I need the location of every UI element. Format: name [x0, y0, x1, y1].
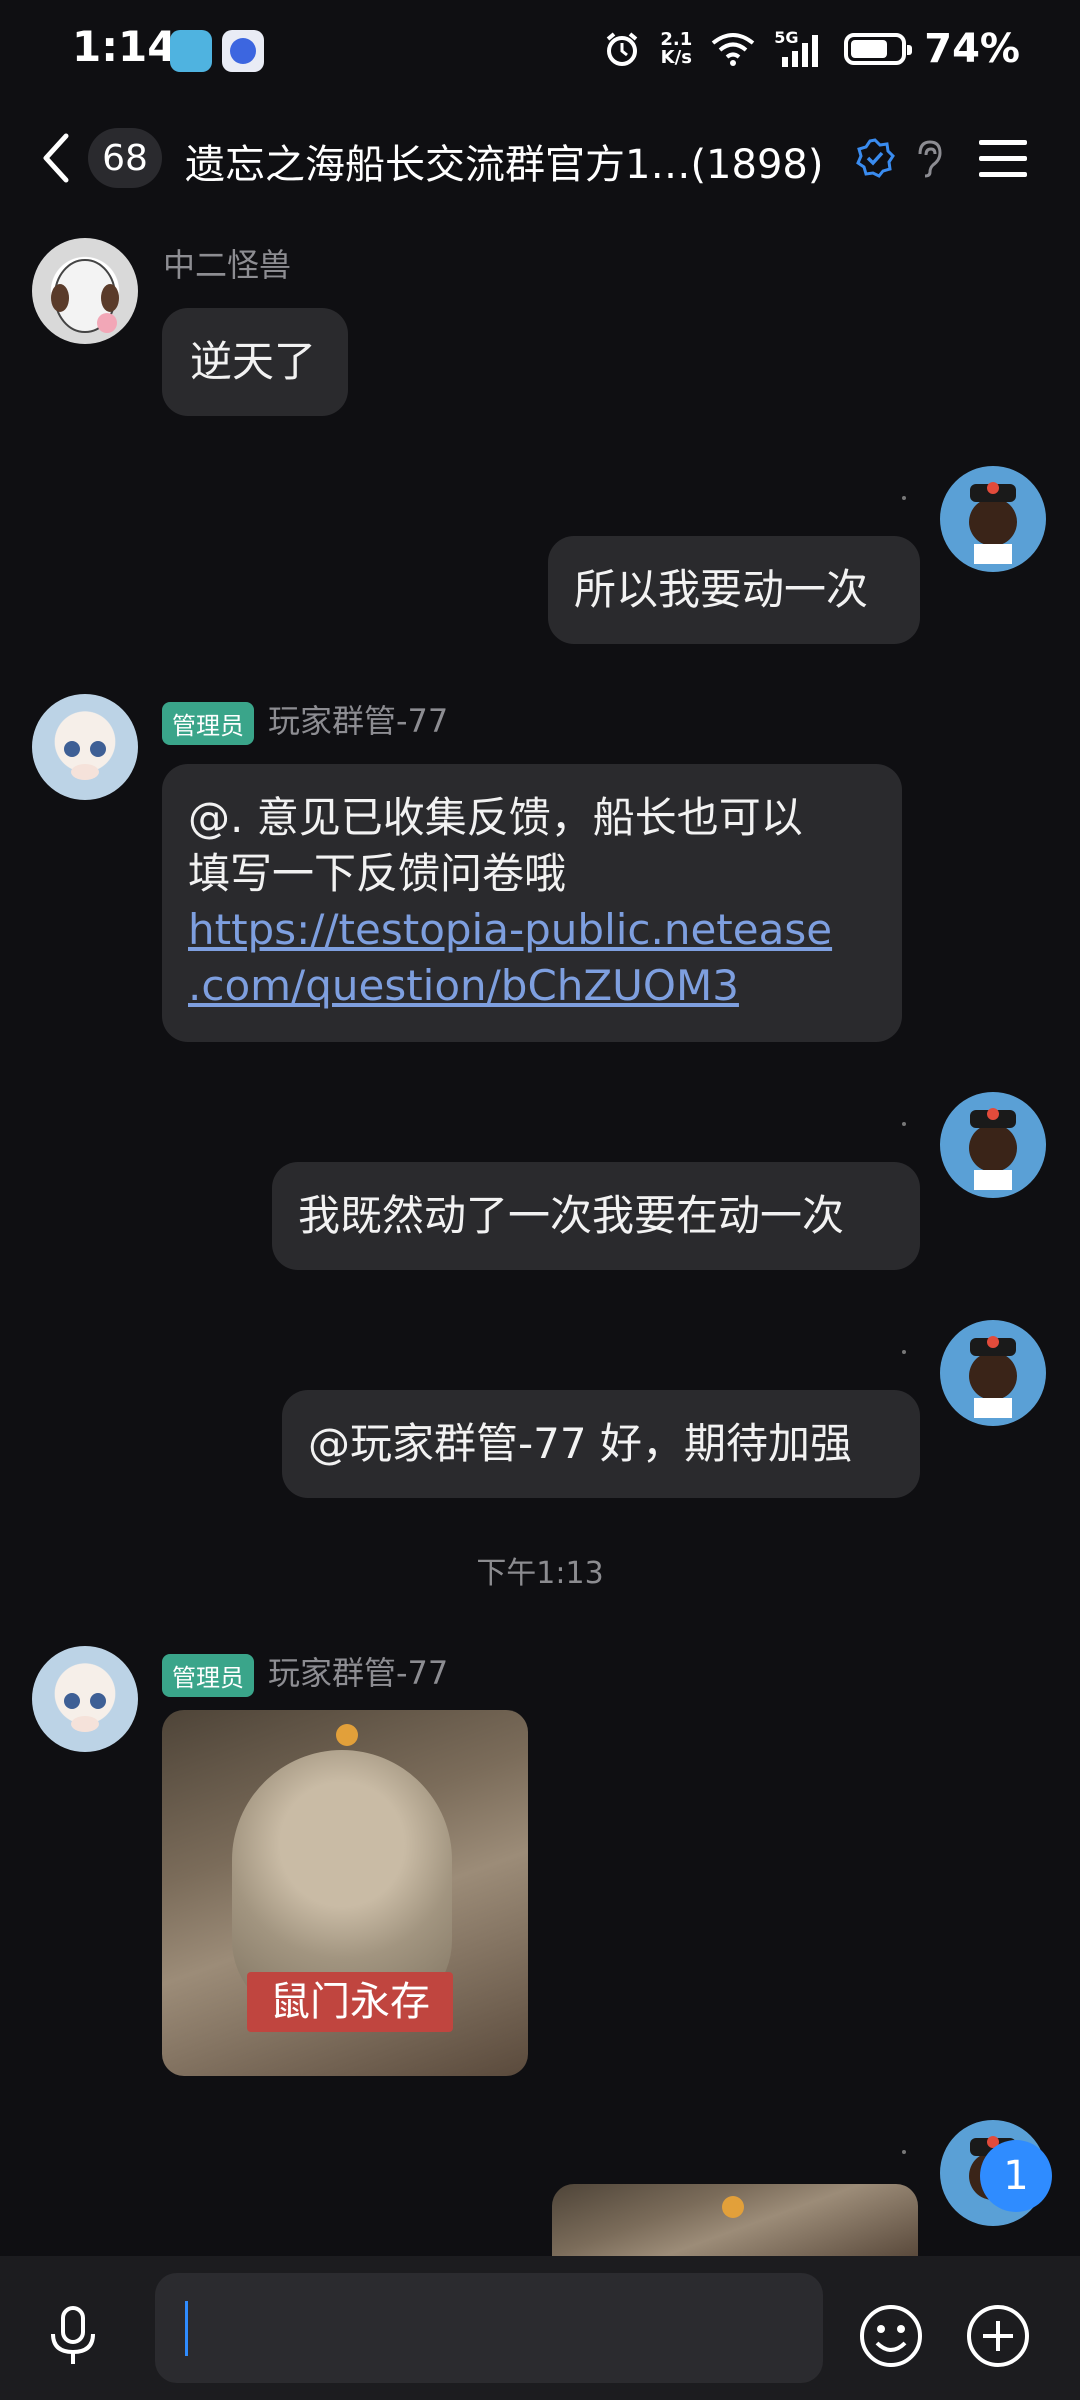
unread-count-badge[interactable]: 68 [88, 128, 162, 188]
avatar[interactable] [940, 1092, 1046, 1198]
battery-icon [844, 33, 913, 65]
avatar[interactable] [32, 694, 138, 800]
avatar[interactable] [32, 238, 138, 344]
reading-app-icon [170, 30, 212, 72]
message-text: 填写一下反馈问卷哦 [188, 849, 567, 898]
input-bar [0, 2256, 1080, 2400]
cellular-signal-icon: 5G [774, 29, 826, 69]
read-indicator [902, 1122, 906, 1126]
battery-percent: 74% [924, 26, 1020, 72]
avatar[interactable] [940, 466, 1046, 572]
emoji-icon[interactable] [858, 2303, 924, 2369]
message-bubble[interactable]: @玩家群管-77 好，期待加强 [282, 1390, 920, 1498]
status-time: 1:14 [72, 22, 177, 71]
ear-icon[interactable] [912, 138, 948, 178]
admin-badge: 管理员 [162, 701, 254, 745]
sender-name[interactable]: 管理员 玩家群管-77 [162, 696, 448, 745]
back-arrow-icon[interactable] [32, 128, 92, 188]
menu-icon[interactable] [975, 134, 1031, 182]
group-title[interactable]: 遗忘之海船长交流群官方1…(1898) [185, 132, 823, 190]
sticker-image[interactable] [552, 2184, 918, 2256]
avatar[interactable] [940, 1320, 1046, 1426]
sender-name[interactable]: 管理员 玩家群管-77 [162, 1648, 448, 1697]
new-message-badge[interactable]: 1 [980, 2140, 1052, 2212]
verified-icon [856, 138, 895, 178]
message-bubble[interactable]: @. 意见已收集反馈，船长也可以 填写一下反馈问卷哦 https://testo… [162, 764, 902, 1042]
message-bubble[interactable]: 所以我要动一次 [548, 536, 920, 644]
chat-header: 68 遗忘之海船长交流群官方1…(1898) [0, 110, 1080, 205]
message-bubble[interactable]: 我既然动了一次我要在动一次 [272, 1162, 920, 1270]
read-indicator [902, 1350, 906, 1354]
status-bar: 1:14 2.1 K/s 5G 74% [0, 0, 1080, 100]
time-separator: 下午1:13 [476, 1556, 604, 1591]
survey-link[interactable]: https://testopia-public.netease .com/ques… [188, 902, 876, 1014]
wifi-icon [712, 33, 755, 66]
image-caption: 鼠门永存 [247, 1972, 453, 2032]
network-speed: 2.1 K/s [660, 29, 693, 68]
read-indicator [902, 2150, 906, 2154]
message-input[interactable] [155, 2273, 823, 2383]
message-bubble[interactable]: 逆天了 [162, 308, 348, 416]
read-indicator [902, 496, 906, 500]
plus-icon[interactable] [965, 2303, 1031, 2369]
message-text: @. 意见已收集反馈，船长也可以 [188, 793, 803, 842]
browser-app-icon [222, 30, 264, 72]
admin-badge: 管理员 [162, 1653, 254, 1697]
sender-name[interactable]: 中二怪兽 [163, 240, 291, 286]
alarm-icon [607, 32, 638, 66]
text-caret [185, 2301, 188, 2356]
avatar[interactable] [32, 1646, 138, 1752]
microphone-icon[interactable] [45, 2304, 101, 2368]
sticker-image[interactable]: 鼠门永存 [162, 1710, 528, 2076]
